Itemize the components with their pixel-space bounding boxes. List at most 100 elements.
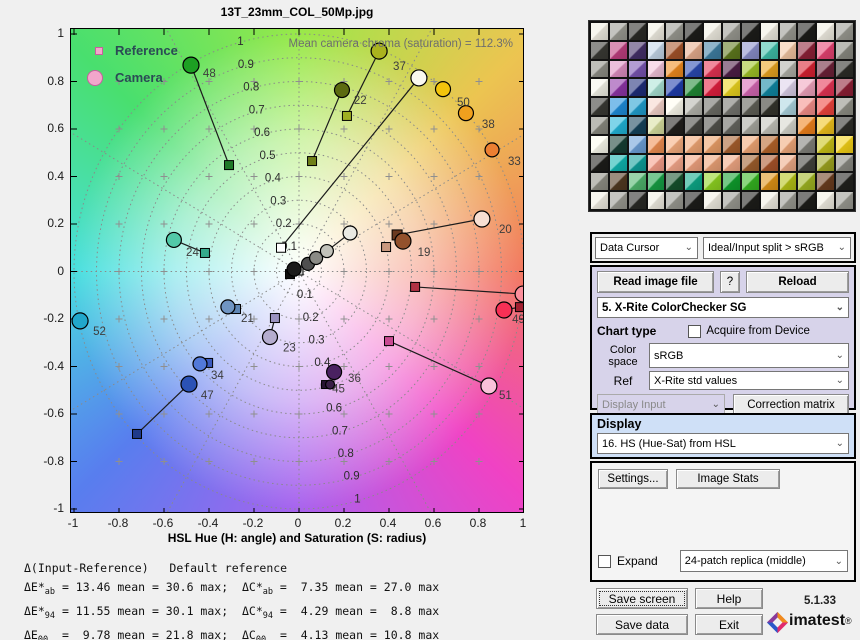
color-patch (685, 23, 702, 40)
legend-camera-label: Camera (115, 70, 163, 85)
color-patch (666, 155, 683, 172)
display-panel: Display 16. HS (Hue-Sat) from HSL ⌄ (590, 413, 856, 459)
y-tick--1: -1 (28, 501, 64, 515)
replica-dropdown[interactable]: 24-patch replica (middle) ⌄ (680, 550, 848, 572)
svg-text:0.1: 0.1 (297, 289, 313, 301)
color-patch (629, 42, 646, 59)
color-patch (836, 79, 853, 96)
color-space-dropdown[interactable]: sRGB ⌄ (649, 343, 849, 368)
color-patch (742, 117, 759, 134)
thumbnail-row-6 (591, 136, 853, 153)
color-patch (591, 42, 608, 59)
color-patch (629, 98, 646, 115)
chevron-down-icon: ⌄ (836, 302, 844, 313)
color-space-label: Color space (597, 343, 649, 368)
display-mode-dropdown[interactable]: 16. HS (Hue-Sat) from HSL ⌄ (597, 433, 849, 454)
color-patch (629, 192, 646, 209)
settings-button[interactable]: Settings... (598, 469, 668, 489)
color-patch (836, 173, 853, 190)
colorchecker-sg-thumbnail (588, 20, 856, 212)
thumbnail-row-9 (591, 192, 853, 209)
color-patch (666, 23, 683, 40)
thumbnail-row-1 (591, 42, 853, 59)
color-patch (780, 155, 797, 172)
color-patch (836, 61, 853, 78)
svg-text:1: 1 (354, 493, 360, 505)
color-patch (648, 61, 665, 78)
point-label-23: 23 (283, 343, 296, 355)
stats-row-1: ΔE*94 = 11.55 mean = 30.1 max; ΔC*94 = 4… (24, 602, 439, 626)
help-question-button[interactable]: ? (720, 271, 740, 293)
color-patch (704, 23, 721, 40)
color-patch (629, 173, 646, 190)
color-patch (798, 155, 815, 172)
chevron-down-icon: ⌄ (836, 375, 844, 386)
point-label-20: 20 (499, 224, 512, 236)
color-patch (629, 155, 646, 172)
color-patch (610, 42, 627, 59)
color-patch (610, 155, 627, 172)
color-patch (798, 192, 815, 209)
save-data-button[interactable]: Save data (596, 614, 688, 635)
color-patch (610, 192, 627, 209)
exit-button[interactable]: Exit (695, 614, 763, 635)
color-patch (836, 23, 853, 40)
correction-matrix-button[interactable]: Correction matrix (733, 394, 849, 415)
stats-row-0: ΔE*ab = 13.46 mean = 30.6 max; ΔC*ab = 7… (24, 578, 439, 602)
point-49-reference (515, 303, 524, 312)
color-patch (780, 192, 797, 209)
help-button[interactable]: Help (695, 588, 763, 609)
point-label-24: 24 (186, 247, 199, 259)
color-space-label-line1: Color (597, 344, 649, 356)
point-49-camera (496, 302, 512, 318)
color-patch (591, 79, 608, 96)
color-patch (723, 155, 740, 172)
color-patch (723, 192, 740, 209)
imatest-logo-text: imatest (789, 612, 845, 630)
view-mode-dropdown[interactable]: Ideal/Input split > sRGB ⌄ (703, 237, 851, 259)
data-cursor-dropdown[interactable]: Data Cursor ⌄ (595, 237, 698, 259)
reload-button[interactable]: Reload (746, 271, 849, 293)
point-label-22: 22 (354, 95, 367, 107)
thumbnail-row-2 (591, 61, 853, 78)
y-tick-0.4: 0.4 (28, 169, 64, 183)
color-patch (742, 42, 759, 59)
color-patch (666, 61, 683, 78)
color-patch (798, 173, 815, 190)
chevron-down-icon: ⌄ (838, 242, 846, 253)
expand-checkbox[interactable] (598, 555, 611, 568)
data-cursor-value: Data Cursor (600, 242, 659, 254)
color-patch (704, 155, 721, 172)
input-settings-panel: Read image file ? Reload 5. X-Rite Color… (590, 265, 856, 410)
svg-text:0.7: 0.7 (332, 425, 348, 437)
chevron-down-icon: ⌄ (835, 556, 843, 567)
image-stats-button[interactable]: Image Stats (676, 469, 780, 489)
x-axis-label: HSL Hue (H: angle) and Saturation (S: ra… (70, 531, 524, 545)
chart-type-dropdown[interactable]: 5. X-Rite ColorChecker SG ⌄ (597, 297, 849, 318)
x-tick-0.6: 0.6 (411, 516, 455, 530)
acquire-from-device-checkbox[interactable] (688, 325, 701, 338)
color-patch (742, 173, 759, 190)
color-patch (610, 117, 627, 134)
color-patch (723, 98, 740, 115)
point-label-52: 52 (93, 326, 106, 338)
color-patch (648, 155, 665, 172)
color-patch (798, 42, 815, 59)
read-image-file-button[interactable]: Read image file (597, 271, 714, 293)
thumbnail-row-4 (591, 98, 853, 115)
color-patch (780, 173, 797, 190)
imatest-brand: imatest ® (770, 612, 852, 630)
color-patch (761, 23, 778, 40)
version-number: 5.1.33 (790, 595, 850, 607)
x-tick-0: 0 (276, 516, 320, 530)
x-tick-0.8: 0.8 (456, 516, 500, 530)
plot-legend: Reference Camera (87, 37, 178, 91)
color-patch (685, 98, 702, 115)
color-patch (798, 117, 815, 134)
point-label-34: 34 (211, 370, 224, 382)
reference-values-dropdown[interactable]: X-Rite std values ⌄ (649, 371, 849, 390)
save-screen-button[interactable]: Save screen (596, 588, 688, 609)
color-patch (742, 23, 759, 40)
color-patch (723, 173, 740, 190)
color-patch (817, 61, 834, 78)
